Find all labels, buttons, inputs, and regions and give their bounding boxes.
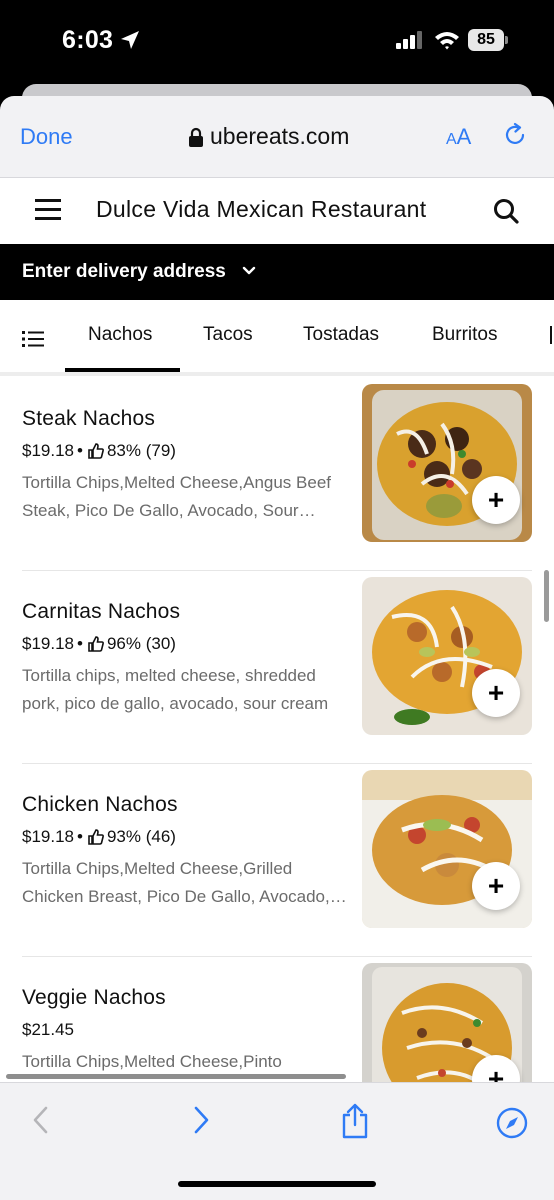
- site-header: Dulce Vida Mexican Restaurant: [0, 178, 554, 244]
- home-indicator[interactable]: [178, 1181, 376, 1187]
- item-name: Steak Nachos: [22, 407, 156, 430]
- vertical-scrollbar[interactable]: [544, 570, 549, 622]
- wifi-icon: [435, 32, 459, 50]
- battery-icon: 85: [468, 29, 508, 51]
- tab-next-partial: [550, 326, 552, 344]
- item-name: Chicken Nachos: [22, 793, 178, 816]
- delivery-address-label: Enter delivery address: [22, 261, 226, 282]
- tab-burritos[interactable]: Burritos: [432, 324, 497, 346]
- item-price: $19.18: [22, 827, 74, 846]
- url-field[interactable]: ubereats.com: [188, 123, 349, 150]
- item-description: Tortilla chips, melted cheese, shredded …: [22, 666, 329, 713]
- item-rating: 96% (30): [106, 634, 176, 653]
- menu-items-list: Steak Nachos $19.18 • 83% (79) Tortilla …: [0, 378, 554, 1082]
- menu-item[interactable]: Carnitas Nachos $19.18 • 96% (30) Tortil…: [0, 571, 554, 764]
- menu-item[interactable]: Steak Nachos $19.18 • 83% (79) Tortilla …: [0, 378, 554, 571]
- category-tabs: Nachos Tacos Tostadas Burritos: [0, 300, 554, 376]
- add-item-button[interactable]: +: [472, 476, 520, 524]
- item-description: Tortilla Chips,Melted Cheese,Angus Beef …: [22, 473, 331, 520]
- back-icon[interactable]: [32, 1105, 50, 1135]
- browser-top-bar: Done ubereats.com AA: [0, 96, 554, 178]
- active-tab-indicator: [65, 368, 180, 372]
- search-icon[interactable]: [492, 197, 520, 225]
- item-meta: $19.18 • 93% (46): [22, 827, 176, 846]
- tab-tacos[interactable]: Tacos: [203, 324, 253, 346]
- item-price: $19.18: [22, 634, 74, 653]
- text-size-button[interactable]: AA: [446, 124, 471, 150]
- add-item-button[interactable]: +: [472, 669, 520, 717]
- horizontal-scrollbar[interactable]: [6, 1074, 346, 1079]
- item-name: Carnitas Nachos: [22, 600, 181, 623]
- menu-item[interactable]: Veggie Nachos $21.45 Tortilla Chips,Melt…: [0, 957, 554, 1082]
- hamburger-menu-icon[interactable]: [35, 199, 61, 221]
- item-price: $21.45: [22, 1020, 74, 1039]
- thumbs-up-icon: [88, 636, 104, 652]
- thumbs-up-icon: [88, 829, 104, 845]
- menu-item[interactable]: Chicken Nachos $19.18 • 93% (46) Tortill…: [0, 764, 554, 957]
- item-meta: $19.18 • 83% (79): [22, 441, 176, 460]
- web-page: Dulce Vida Mexican Restaurant Enter deli…: [0, 178, 554, 1082]
- item-name: Veggie Nachos: [22, 986, 166, 1009]
- compass-icon[interactable]: [496, 1107, 528, 1139]
- item-meta: $21.45: [22, 1020, 74, 1040]
- item-price: $19.18: [22, 441, 74, 460]
- item-rating: 83% (79): [106, 441, 176, 460]
- reload-icon[interactable]: [502, 122, 528, 148]
- done-button[interactable]: Done: [20, 124, 73, 150]
- category-list-icon[interactable]: [22, 330, 44, 348]
- share-icon[interactable]: [340, 1103, 370, 1139]
- forward-icon[interactable]: [192, 1105, 210, 1135]
- cellular-signal-icon: [396, 31, 422, 49]
- tab-tostadas[interactable]: Tostadas: [303, 324, 379, 346]
- add-item-button[interactable]: +: [472, 862, 520, 910]
- url-text: ubereats.com: [210, 123, 350, 149]
- item-description: Tortilla Chips,Melted Cheese,Grilled Chi…: [22, 859, 330, 906]
- thumbs-up-icon: [88, 443, 104, 459]
- location-arrow-icon: [121, 31, 139, 49]
- item-rating: 93% (46): [106, 827, 176, 846]
- item-meta: $19.18 • 96% (30): [22, 634, 176, 653]
- restaurant-title: Dulce Vida Mexican Restaurant: [96, 196, 427, 222]
- lock-icon: [189, 127, 203, 147]
- status-bar: 6:03 85: [0, 0, 554, 84]
- delivery-address-bar[interactable]: Enter delivery address: [0, 244, 554, 300]
- battery-level: 85: [468, 29, 504, 51]
- status-time: 6:03: [62, 26, 114, 54]
- tab-nachos[interactable]: Nachos: [88, 324, 152, 346]
- chevron-down-icon: [242, 266, 256, 275]
